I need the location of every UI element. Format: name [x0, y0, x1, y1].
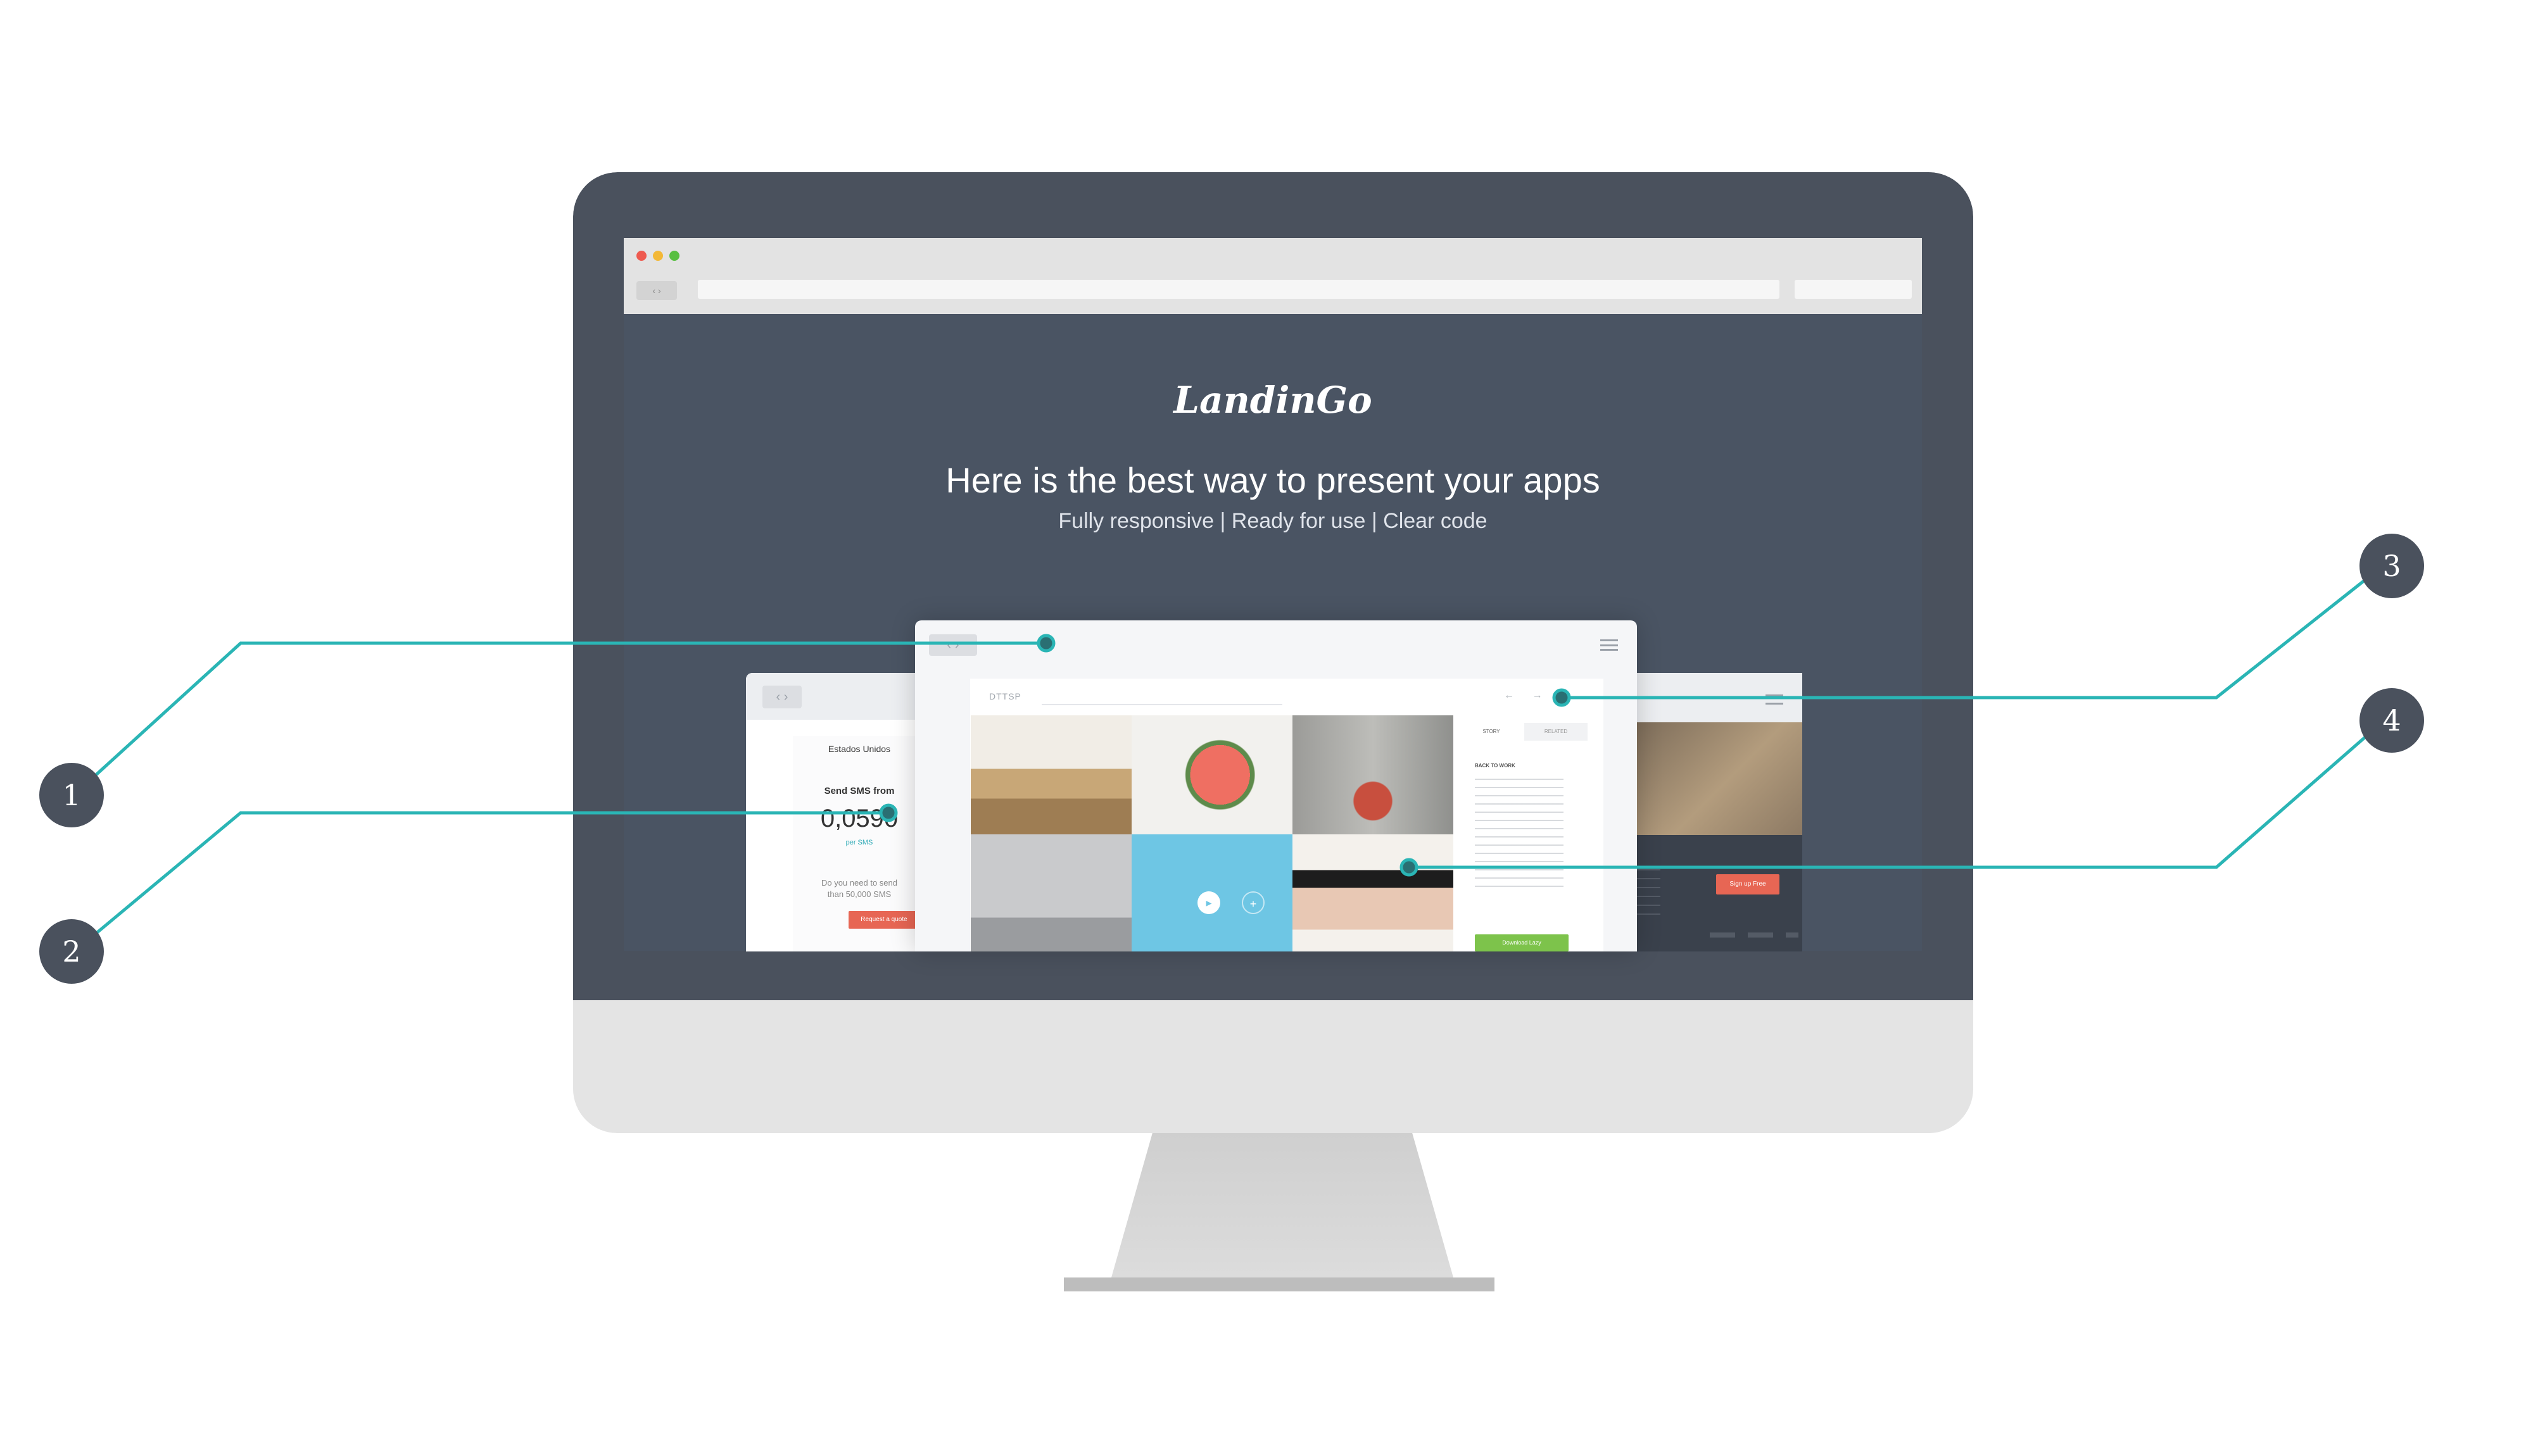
- callout-line-3: [1562, 576, 2370, 700]
- callout-dot-4: [1399, 858, 1418, 877]
- callout-badge-3: 3: [2359, 534, 2424, 598]
- callout-lines: [91, 576, 2370, 938]
- callout-line-2: [91, 811, 888, 938]
- callout-badge-4: 4: [2359, 688, 2424, 753]
- callout-line-4: [1409, 733, 2370, 869]
- callout-dot-3: [1552, 688, 1571, 707]
- callout-badge-2: 2: [39, 919, 104, 984]
- callout-badge-1: 1: [39, 763, 104, 827]
- callout-line-1: [91, 641, 1046, 780]
- callout-dot-2: [879, 803, 898, 822]
- callout-dot-1: [1037, 634, 1056, 653]
